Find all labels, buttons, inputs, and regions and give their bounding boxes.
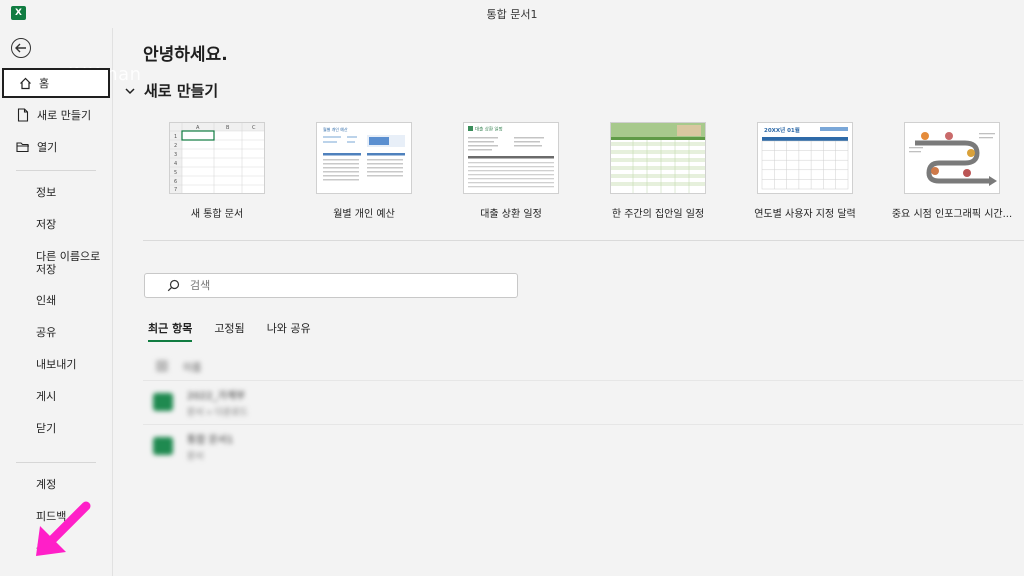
sidebar-item-open[interactable]: 열기 [2,132,110,162]
col-label: C [252,125,256,131]
template-blank-workbook[interactable]: A B C 1 2 3 4 5 6 7 새 통합 문서 [147,122,287,220]
file-list-tabs: 최근 항목 고정됨 나와 공유 [148,320,333,342]
back-button[interactable] [11,38,31,58]
template-thumbnail: 월별 개인 예산 [316,122,412,194]
sidebar-item-label: 홈 [39,77,50,90]
template-thumbnail: 20XX년 01월 [757,122,853,194]
sidebar-item-account[interactable]: 계정 [36,478,56,491]
sidebar-item-share[interactable]: 공유 [36,326,56,339]
file-info: 2022_가계부 문서 » 다운로드 [187,387,248,418]
back-arrow-icon [15,43,26,53]
sidebar-item-save-as[interactable]: 다른 이름으로 저장 [36,250,100,276]
thumb-title: 20XX년 01월 [764,126,800,134]
recent-file-row[interactable]: 2022_가계부 문서 » 다운로드 [143,380,1023,423]
pointer-arrow-icon [36,501,91,556]
template-thumbnail: 대출 상환 일정 [463,122,559,194]
file-name: 통합 문서1 [187,434,234,446]
loan-preview-graphic: 대출 상환 일정 [468,126,554,188]
search-box[interactable] [144,273,518,298]
row-label: 3 [174,152,177,158]
file-type-icon [156,360,168,372]
backstage-sidebar: INKman 홈 새로 만들기 열기 정보 저장 다른 이름으로 저장 인쇄 공… [0,28,141,576]
row-label: 5 [174,170,177,176]
sidebar-item-home[interactable]: 홈 [2,68,110,98]
column-name-header[interactable]: 이름 [183,359,201,374]
row-label: 6 [174,179,177,185]
window-title: 통합 문서1 [486,8,538,21]
template-caption: 한 주간의 집안일 일정 [611,209,705,220]
template-weekly-chores[interactable]: 한 주간의 집안일 일정 [588,122,728,220]
row-label: 4 [174,161,177,167]
excel-file-icon [153,437,173,455]
sidebar-item-publish[interactable]: 게시 [36,390,56,403]
recent-file-row[interactable]: 통합 문서1 문서 [143,424,1023,467]
budget-preview-graphic: 월별 개인 예산 [323,126,405,181]
file-list-header: 이름 [155,356,1015,376]
template-caption: 새 통합 문서 [190,209,244,220]
excel-file-icon [153,393,173,411]
search-input[interactable] [188,278,492,293]
file-path: 문서 [187,451,204,462]
template-thumbnail [610,122,706,194]
file-name: 2022_가계부 [187,390,246,402]
folder-icon [16,140,30,154]
tab-recent[interactable]: 최근 항목 [148,320,193,342]
sidebar-item-save[interactable]: 저장 [36,218,56,231]
new-section-title: 새로 만들기 [144,82,219,100]
sidebar-item-label: 새로 만들기 [37,109,92,122]
thumb-title: 월별 개인 예산 [323,126,348,132]
title-bar: X 통합 문서1 [0,0,1024,28]
template-milestone-timeline[interactable]: 중요 시점 인포그래픽 시간... [882,122,1022,220]
file-info: 통합 문서1 문서 [187,431,233,462]
new-document-icon [16,108,30,122]
file-path: 문서 » 다운로드 [187,407,248,418]
greeting-heading: 안녕하세요. [143,45,228,65]
template-caption: 대출 상환 일정 [480,209,542,220]
row-label: 7 [174,187,177,193]
sidebar-item-export[interactable]: 내보내기 [36,358,76,371]
chevron-down-icon [125,87,135,94]
main-panel: 안녕하세요. 새로 만들기 A B C 1 2 3 4 5 6 7 새 통합 문… [113,28,1024,576]
sidebar-item-info[interactable]: 정보 [36,186,56,199]
tab-pinned[interactable]: 고정됨 [214,320,244,342]
sidebar-item-new[interactable]: 새로 만들기 [2,100,110,130]
thumb-title: 대출 상환 일정 [475,126,503,133]
row-label: 1 [174,134,177,140]
template-monthly-budget[interactable]: 월별 개인 예산 월별 개인 예산 [294,122,434,220]
col-label: A [196,125,200,131]
row-label: 2 [174,143,177,149]
template-caption: 월별 개인 예산 [333,209,395,220]
chores-preview-graphic [611,123,705,193]
timeline-preview-graphic [909,132,997,186]
template-loan-schedule[interactable]: 대출 상환 일정 대출 상환 일정 [441,122,581,220]
template-caption: 중요 시점 인포그래픽 시간... [891,209,1013,220]
tab-shared-with-me[interactable]: 나와 공유 [267,320,311,342]
sidebar-item-label: 열기 [37,141,58,154]
section-divider [143,240,1024,241]
search-icon [167,279,180,292]
col-label: B [226,125,230,131]
template-caption: 연도별 사용자 지정 달력 [754,209,856,220]
sidebar-divider [16,170,96,171]
sidebar-item-print[interactable]: 인쇄 [36,294,56,307]
sidebar-divider [16,462,96,463]
blank-grid-graphic: A B C 1 2 3 4 5 6 7 [170,123,264,193]
sidebar-item-close[interactable]: 닫기 [36,422,56,435]
home-icon [18,76,32,90]
template-yearly-calendar[interactable]: 20XX년 01월 연도별 사용자 지정 달력 [735,122,875,220]
new-section-toggle[interactable]: 새로 만들기 [125,80,218,101]
template-thumbnail [904,122,1000,194]
calendar-preview-graphic: 20XX년 01월 [761,126,849,190]
template-thumbnail: A B C 1 2 3 4 5 6 7 [169,122,265,194]
